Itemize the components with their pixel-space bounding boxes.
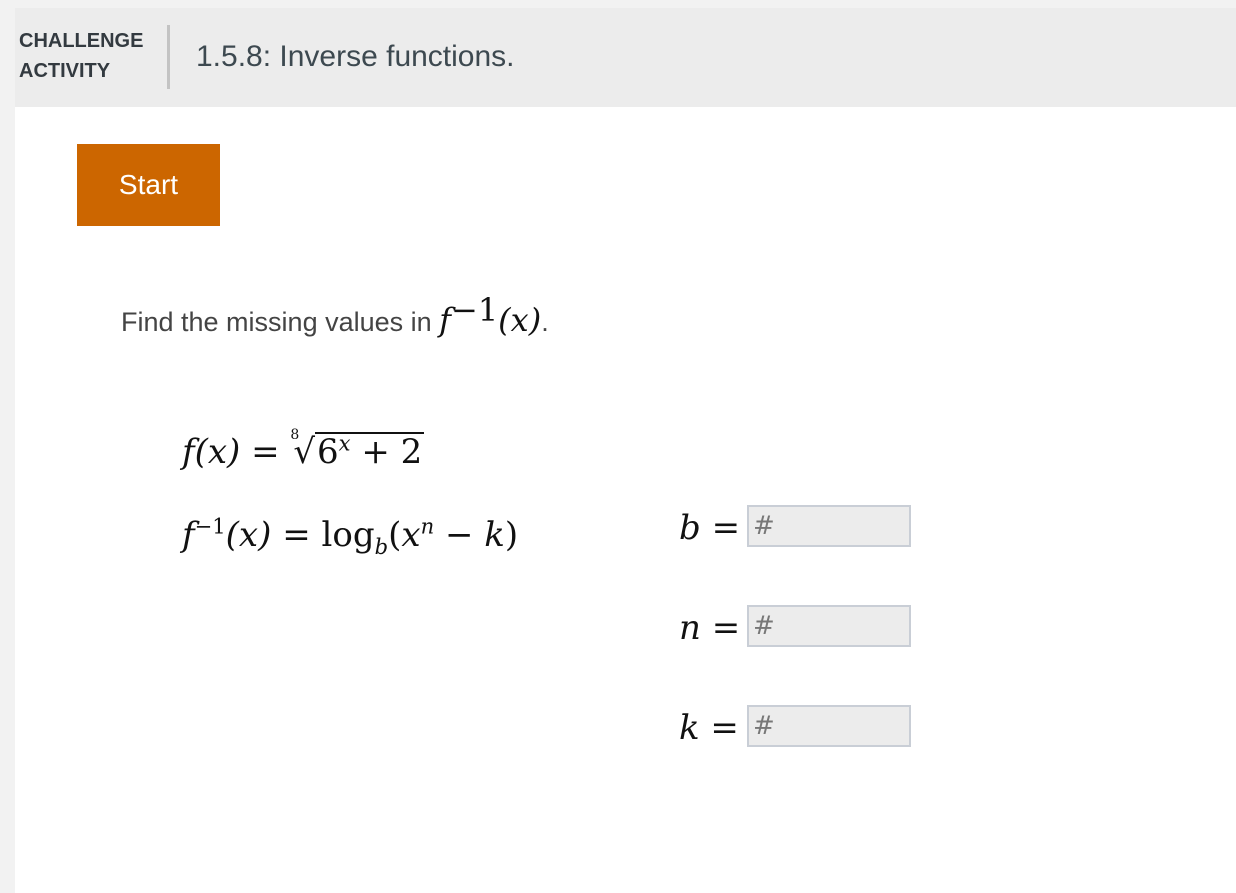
question-prompt: Find the missing values in f−1(x). [121, 294, 549, 342]
answer-variable-k: k [679, 708, 700, 748]
eq-f-radicand-base: 6 [317, 432, 339, 472]
eq-finv-lhs-f: f [182, 515, 195, 555]
eq-finv-var-k: k [484, 515, 505, 555]
answer-input-n[interactable] [747, 605, 911, 647]
eq-f-equals: = [240, 432, 291, 472]
answer-label-n: n = [679, 605, 740, 651]
radical-sign-icon: √ [293, 432, 316, 472]
answer-row-k: k = [679, 705, 919, 751]
prompt-math-exponent: −1 [451, 291, 499, 329]
answer-row-b: b = [679, 505, 919, 551]
activity-type-line-2: ACTIVITY [19, 60, 111, 82]
activity-card: CHALLENGE ACTIVITY 1.5.8: Inverse functi… [15, 8, 1236, 893]
eq-finv-open-paren: ( [388, 515, 402, 555]
header-divider [167, 25, 170, 89]
eq-finv-equals: = [271, 515, 322, 555]
eq-f-lhs-f: f [182, 432, 195, 472]
eq-finv-log: log [321, 515, 375, 555]
eq-finv-minus: − [434, 515, 485, 555]
eq-f-radicand-rest: + 2 [350, 432, 423, 472]
activity-header: CHALLENGE ACTIVITY 1.5.8: Inverse functi… [15, 8, 1236, 107]
eq-f-radicand: 6x + 2 [315, 430, 425, 472]
answer-variable-n: n [679, 608, 701, 648]
answer-variable-b: b [679, 508, 701, 548]
eq-finv-close-paren: ) [504, 515, 519, 555]
prompt-text: Find the missing values in [121, 307, 440, 337]
eq-finv-log-base: b [374, 533, 389, 559]
answer-equals-k: = [699, 708, 739, 748]
eq-finv-var-x: x [401, 515, 421, 555]
activity-type-line-1: CHALLENGE [19, 30, 144, 52]
answer-input-b[interactable] [747, 505, 911, 547]
answer-label-k: k = [679, 705, 739, 751]
eq-f-lhs-arg: (x) [194, 432, 241, 472]
eq-finv-lhs-exponent: −1 [194, 513, 226, 539]
equation-f-inverse: f−1(x) = logb(xn − k) [182, 513, 518, 557]
answer-row-n: n = [679, 605, 919, 651]
prompt-end-punctuation: . [541, 307, 549, 337]
prompt-math-f: f [439, 301, 451, 339]
start-button[interactable]: Start [77, 144, 220, 226]
activity-title: 1.5.8: Inverse functions. [196, 40, 515, 73]
answer-equals-n: = [700, 608, 741, 648]
eq-finv-lhs-arg: (x) [225, 515, 272, 555]
eq-f-radicand-exponent: x [338, 430, 351, 456]
prompt-math-arg: (x) [498, 301, 542, 339]
activity-type-label: CHALLENGE ACTIVITY [19, 26, 159, 86]
answer-equals-b: = [700, 508, 741, 548]
eq-finv-exponent-n: n [420, 513, 435, 539]
equation-f: f(x) = 8√6x + 2 [182, 413, 425, 474]
answer-input-k[interactable] [747, 705, 911, 747]
answer-label-b: b = [679, 505, 740, 551]
